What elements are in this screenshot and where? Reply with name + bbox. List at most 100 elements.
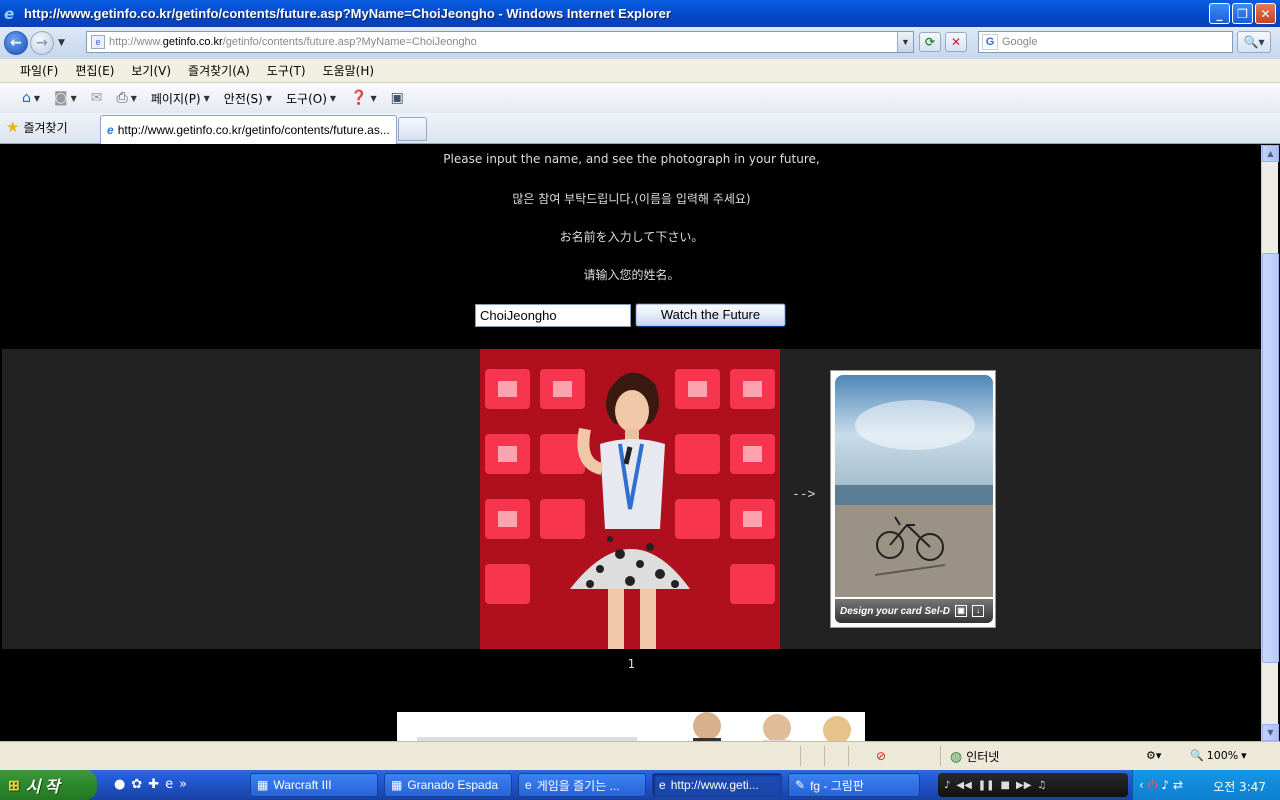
back-button[interactable]: ← — [4, 31, 28, 55]
power-icon[interactable]: ⏻ — [1148, 778, 1158, 793]
volume-icon[interactable]: ♫ — [1037, 780, 1046, 791]
address-dropdown-icon[interactable]: ▼ — [897, 32, 913, 52]
quick-launch: ● ✿ ✚ e » — [114, 777, 187, 792]
instruction-chinese: 请输入您的姓名。 — [583, 268, 680, 282]
instruction-japanese: お名前を入力して下さい。 — [559, 230, 704, 244]
music-icon[interactable]: ♪ — [1161, 778, 1169, 792]
address-host: getinfo.co.kr — [162, 36, 223, 48]
media-logo-icon[interactable]: ♪ — [944, 780, 950, 791]
refresh-button[interactable]: ⟳ — [919, 32, 941, 52]
popup-blocker-icon[interactable]: ⊘ — [876, 749, 886, 763]
stop-button[interactable]: ✕ — [945, 32, 967, 52]
window-title: http://www.getinfo.co.kr/getinfo/content… — [24, 6, 671, 21]
zoom-control[interactable]: 🔍 100% ▾ — [1190, 749, 1247, 762]
rss-icon: ◙ — [54, 90, 68, 106]
task-label: 게임을 즐기는 ... — [536, 778, 620, 793]
tools-menu-label: 도구(O) — [286, 91, 327, 106]
stop-icon[interactable]: ■ — [1001, 780, 1010, 791]
menu-tools[interactable]: 도구(T) — [267, 62, 306, 79]
command-bar: ⌂ ▼ ◙ ▼ ✉ ⎙ ▼ 페이지(P) ▼ 안전(S) ▼ 도구(O) ▼ ❓ ▼ ▣ — [0, 83, 1280, 113]
ie-icon: e — [4, 4, 15, 23]
beach-photo — [835, 375, 993, 597]
favorites-button[interactable]: ★ 즐겨찾기 — [6, 118, 68, 136]
home-button[interactable]: ⌂ ▼ — [18, 87, 44, 109]
minimize-button[interactable]: _ — [1209, 3, 1230, 24]
firefox-icon[interactable]: ● — [114, 777, 125, 792]
globe-icon: ◍ — [950, 748, 963, 765]
scroll-thumb[interactable] — [1262, 253, 1279, 663]
task-ie-current[interactable]: e http://www.geti... — [652, 773, 782, 797]
mail-icon: ✉ — [90, 90, 103, 106]
favorites-label: 즐겨찾기 — [23, 120, 68, 135]
help-icon: ❓ — [350, 90, 368, 106]
system-tray: ‹ ⏻ ♪ ⇄ 오전 3:47 — [1132, 770, 1280, 800]
address-bar[interactable]: e http://www. getinfo.co.kr/getinfo/conte… — [86, 31, 914, 53]
more-icon[interactable]: » — [179, 777, 187, 792]
search-button[interactable]: 🔍▾ — [1237, 31, 1271, 53]
ad-card[interactable]: Design your card Sel-D ▣ ↓ — [830, 370, 996, 628]
result-photo — [480, 349, 780, 649]
menu-help[interactable]: 도움말(H) — [323, 62, 375, 79]
status-divider — [848, 746, 849, 766]
forward-button[interactable]: → — [30, 31, 54, 55]
prev-icon[interactable]: ◀◀ — [956, 780, 971, 791]
tray-arrow-icon[interactable]: ‹ — [1139, 778, 1144, 792]
plus-icon[interactable]: ✚ — [148, 777, 159, 792]
task-label: http://www.geti... — [670, 778, 759, 792]
search-input[interactable]: G Google — [978, 31, 1233, 53]
ie-quick-icon[interactable]: e — [165, 777, 173, 792]
vertical-scrollbar[interactable]: ▲ ▼ — [1261, 145, 1279, 741]
messenger-icon[interactable]: ✿ — [131, 777, 142, 792]
start-label: 시 작 — [25, 779, 60, 796]
page-content: Please input the name, and see the photo… — [2, 145, 1261, 741]
menu-view[interactable]: 보기(V) — [131, 62, 171, 79]
restore-button[interactable]: ❐ — [1232, 3, 1253, 24]
scroll-down-button[interactable]: ▼ — [1262, 724, 1279, 741]
instruction-english: Please input the name, and see the photo… — [443, 152, 820, 166]
granado-icon: ▦ — [391, 778, 403, 792]
mail-button[interactable]: ✉ — [87, 87, 107, 109]
zoom-level: 100% — [1206, 749, 1239, 762]
scroll-up-button[interactable]: ▲ — [1262, 145, 1279, 162]
tab-title: http://www.getinfo.co.kr/getinfo/content… — [117, 123, 390, 137]
page-icon: e — [91, 35, 105, 49]
arrow-text: --> — [792, 487, 816, 502]
menu-bar: 파일(F) 편집(E) 보기(V) 즐겨찾기(A) 도구(T) 도움말(H) — [0, 59, 1280, 83]
tab-current[interactable]: e http://www.getinfo.co.kr/getinfo/conte… — [100, 115, 397, 144]
print-button[interactable]: ⎙ ▼ — [113, 87, 141, 109]
task-warcraft[interactable]: ▦ Warcraft III — [250, 773, 378, 797]
address-prefix: http://www. — [109, 36, 163, 48]
windows-flag-icon: ⊞ — [8, 776, 20, 793]
menu-file[interactable]: 파일(F) — [20, 62, 58, 79]
close-button[interactable]: ✕ — [1255, 3, 1276, 24]
start-button[interactable]: ⊞ 시 작 — [0, 770, 97, 800]
new-tab-button[interactable] — [398, 117, 427, 141]
help-button[interactable]: ❓ ▼ — [346, 87, 381, 109]
research-icon: ▣ — [390, 90, 404, 106]
network-icon[interactable]: ⇄ — [1173, 778, 1183, 792]
page-menu[interactable]: 페이지(P) ▼ — [147, 87, 214, 109]
status-divider — [800, 746, 801, 766]
bottom-banner[interactable] — [397, 712, 865, 741]
page-number: 1 — [627, 657, 636, 671]
pause-icon[interactable]: ❚❚ — [978, 780, 995, 791]
research-button[interactable]: ▣ — [387, 87, 408, 109]
tools-menu[interactable]: 도구(O) ▼ — [282, 87, 340, 109]
protected-mode-icon[interactable]: ⚙▾ — [1146, 749, 1161, 762]
watch-future-button[interactable]: Watch the Future — [635, 303, 786, 327]
safety-menu[interactable]: 안전(S) ▼ — [220, 87, 276, 109]
security-zone[interactable]: ◍ 인터넷 — [950, 748, 999, 765]
menu-edit[interactable]: 편집(E) — [75, 62, 114, 79]
history-dropdown-icon[interactable]: ▼ — [58, 38, 65, 48]
menu-favorites[interactable]: 즐겨찾기(A) — [188, 62, 250, 79]
feeds-button[interactable]: ◙ ▼ — [50, 87, 81, 109]
name-input[interactable]: ChoiJeongho — [475, 304, 631, 327]
task-label: Granado Espada — [407, 778, 499, 792]
next-icon[interactable]: ▶▶ — [1016, 780, 1031, 791]
card-caption-bar: Design your card Sel-D ▣ ↓ — [835, 599, 993, 623]
task-granado[interactable]: ▦ Granado Espada — [384, 773, 512, 797]
card-caption: Design your card Sel-D — [840, 605, 951, 617]
task-ie-game[interactable]: e 게임을 즐기는 ... — [518, 773, 646, 797]
task-paint[interactable]: ✎ fg - 그림판 — [788, 773, 920, 797]
clock: 오전 3:47 — [1213, 780, 1266, 794]
